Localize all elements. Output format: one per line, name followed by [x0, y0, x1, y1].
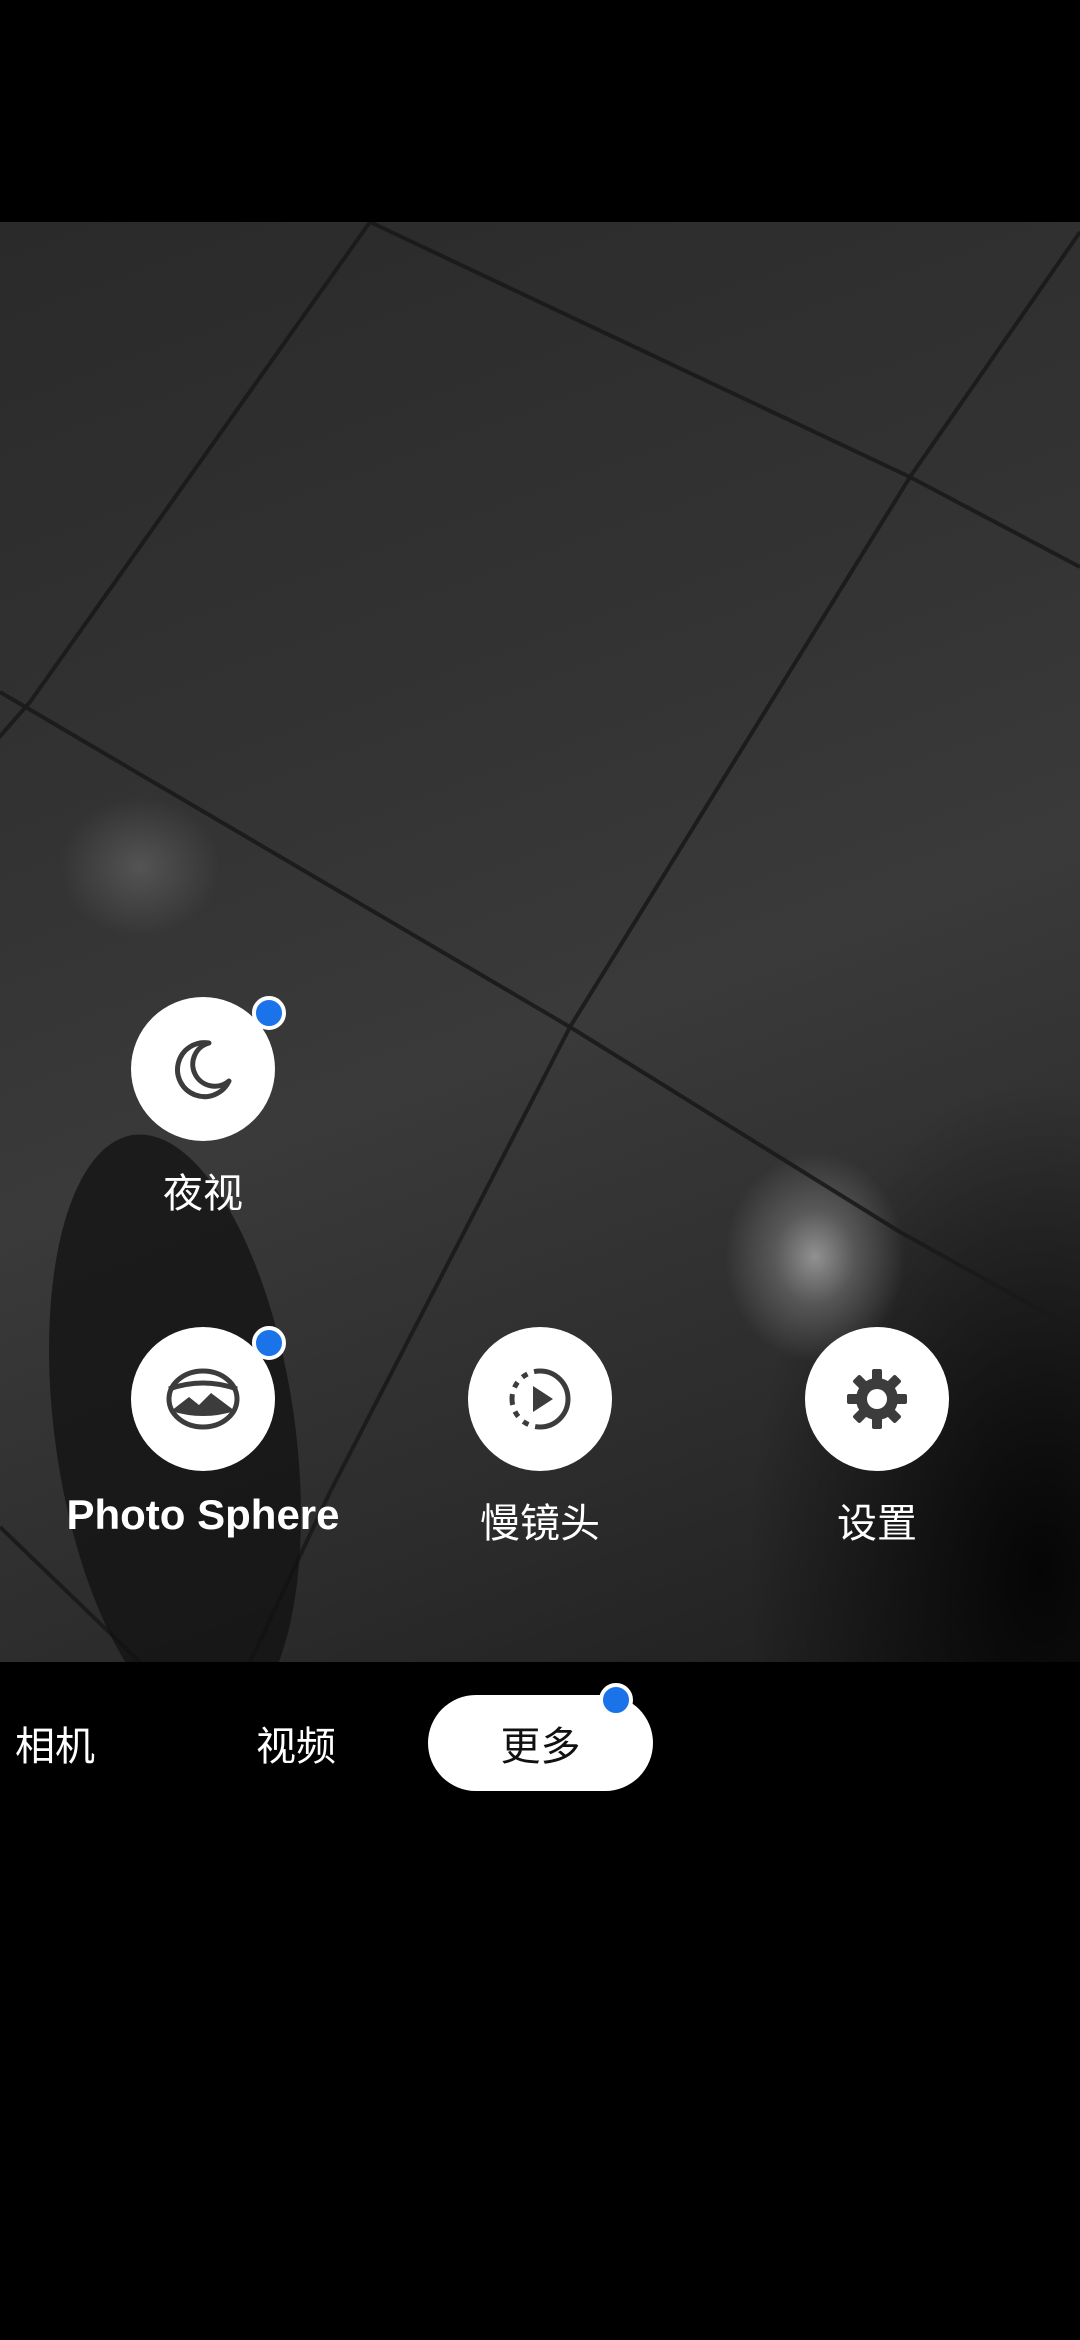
tab-more-new-badge: [599, 1683, 633, 1717]
gear-icon: [847, 1369, 907, 1429]
tab-camera-label: 相机: [15, 1724, 95, 1770]
slow-motion-icon: [509, 1368, 571, 1430]
settings-button[interactable]: [805, 1327, 949, 1471]
night-sight-label: 夜视: [163, 1171, 243, 1217]
tab-video[interactable]: 视频: [236, 1695, 356, 1791]
tab-camera[interactable]: 相机: [0, 1695, 110, 1791]
settings-label: 设置: [837, 1501, 917, 1547]
moon-icon: [175, 1040, 232, 1100]
photo-sphere-new-badge: [252, 1326, 286, 1360]
tab-more-label: 更多: [500, 1724, 581, 1770]
night-sight-new-badge: [252, 996, 286, 1030]
photo-sphere-icon: [166, 1368, 240, 1430]
camera-screen: 夜视 Photo Sphere 慢镜头 设置 相机 视频 更多: [0, 0, 1080, 2340]
tab-video-label: 视频: [256, 1724, 336, 1770]
photo-sphere-label: Photo Sphere: [66, 1491, 340, 1538]
slow-motion-label: 慢镜头: [480, 1501, 600, 1547]
slow-motion-button[interactable]: [468, 1327, 612, 1471]
